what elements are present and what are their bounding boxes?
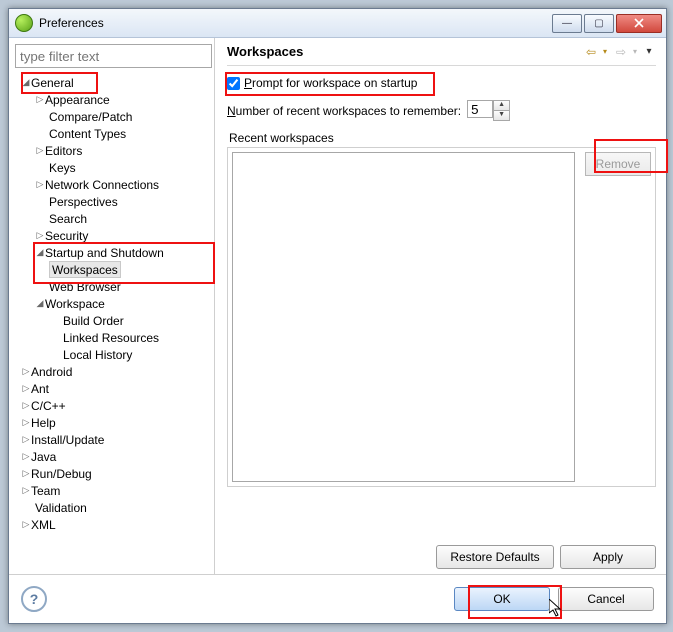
prompt-checkbox-row[interactable]: Prompt for workspace on startup (227, 76, 656, 90)
expand-icon[interactable]: ▷ (21, 383, 31, 394)
recent-count-label: Number of recent workspaces to remember: (227, 104, 461, 118)
tree-item[interactable]: Run/Debug (31, 467, 92, 481)
tree-item[interactable]: Editors (45, 144, 82, 158)
expand-icon[interactable]: ▷ (35, 145, 45, 156)
help-icon[interactable]: ? (21, 586, 47, 612)
app-icon (15, 14, 33, 32)
tree-item[interactable]: Security (45, 229, 88, 243)
tree-item-startup[interactable]: Startup and Shutdown (45, 246, 164, 260)
tree-item[interactable]: Keys (49, 161, 76, 175)
tree-item[interactable]: Network Connections (45, 178, 159, 192)
spinner-up-icon[interactable]: ▲ (493, 100, 510, 110)
tree-item[interactable]: Ant (31, 382, 49, 396)
spinner-down-icon[interactable]: ▼ (493, 110, 510, 121)
prompt-label: Prompt for workspace on startup (244, 76, 417, 90)
sidebar: ◢General ▷Appearance Compare/Patch Conte… (9, 38, 215, 575)
tree-item[interactable]: Web Browser (49, 280, 121, 294)
recent-count-input[interactable] (467, 100, 493, 118)
tree-item[interactable]: Install/Update (31, 433, 104, 447)
tree-item[interactable]: Team (31, 484, 60, 498)
tree-item[interactable]: Search (49, 212, 87, 226)
expand-icon[interactable]: ▷ (35, 94, 45, 105)
tree-item[interactable]: Compare/Patch (49, 110, 132, 124)
window-title: Preferences (39, 16, 104, 30)
back-menu-icon[interactable]: ▾ (598, 45, 612, 59)
expand-icon[interactable]: ▷ (21, 519, 31, 530)
forward-menu-icon: ▾ (628, 45, 642, 59)
maximize-button[interactable]: ▢ (584, 14, 614, 33)
tree-item[interactable]: Linked Resources (63, 331, 159, 345)
cancel-button[interactable]: Cancel (558, 587, 654, 611)
minimize-button[interactable]: — (552, 14, 582, 33)
apply-button[interactable]: Apply (560, 545, 656, 569)
tree-item[interactable]: Appearance (45, 93, 110, 107)
tree-item[interactable]: XML (31, 518, 56, 532)
tree-item-workspaces[interactable]: Workspaces (49, 261, 121, 278)
expand-icon[interactable]: ◢ (21, 77, 31, 88)
expand-icon[interactable]: ▷ (21, 400, 31, 411)
expand-icon[interactable]: ▷ (21, 366, 31, 377)
tree-item[interactable]: Java (31, 450, 56, 464)
tree-item[interactable]: Workspace (45, 297, 105, 311)
expand-icon[interactable]: ▷ (21, 417, 31, 428)
tree-item[interactable]: Validation (35, 501, 87, 515)
expand-icon[interactable]: ▷ (35, 230, 45, 241)
ok-button[interactable]: OK (454, 587, 550, 611)
expand-icon[interactable]: ▷ (21, 468, 31, 479)
tree-item[interactable]: Content Types (49, 127, 126, 141)
title-bar: Preferences — ▢ (9, 9, 666, 38)
expand-icon[interactable]: ▷ (21, 434, 31, 445)
page-title: Workspaces (227, 44, 303, 59)
tree-item[interactable]: Local History (63, 348, 132, 362)
tree-item[interactable]: Android (31, 365, 72, 379)
forward-icon: ⇨ (614, 45, 628, 59)
tree-item[interactable]: Build Order (63, 314, 124, 328)
filter-input[interactable] (15, 44, 212, 68)
remove-button: Remove (585, 152, 651, 176)
tree-item[interactable]: Perspectives (49, 195, 118, 209)
back-icon[interactable]: ⇦ (584, 45, 598, 59)
recent-workspaces-list[interactable] (232, 152, 575, 482)
restore-defaults-button[interactable]: Restore Defaults (436, 545, 554, 569)
prompt-checkbox[interactable] (227, 77, 240, 90)
tree-item[interactable]: Help (31, 416, 56, 430)
expand-icon[interactable]: ▷ (21, 451, 31, 462)
expand-icon[interactable]: ◢ (35, 298, 45, 309)
recent-workspaces-group: Remove (227, 147, 656, 487)
tree-item-general[interactable]: General (31, 76, 74, 90)
preference-tree[interactable]: ◢General ▷Appearance Compare/Patch Conte… (15, 74, 212, 571)
expand-icon[interactable]: ▷ (35, 179, 45, 190)
expand-icon[interactable]: ◢ (35, 247, 45, 258)
view-menu-icon[interactable]: ▾ (642, 45, 656, 59)
recent-workspaces-label: Recent workspaces (229, 131, 656, 145)
tree-item[interactable]: C/C++ (31, 399, 66, 413)
expand-icon[interactable]: ▷ (21, 485, 31, 496)
main-panel: Workspaces ⇦▾ ⇨▾ ▾ Prompt for workspace … (215, 38, 666, 575)
close-button[interactable] (616, 14, 662, 33)
